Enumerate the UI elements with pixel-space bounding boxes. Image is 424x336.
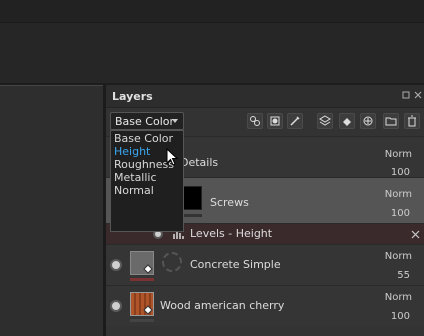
menu-item-roughness[interactable]: Roughness xyxy=(114,158,174,171)
layer-blend-mode[interactable]: Norm xyxy=(385,189,412,200)
menu-item-normal[interactable]: Normal xyxy=(114,184,154,197)
mask-icon[interactable] xyxy=(162,252,182,272)
divider xyxy=(130,278,154,281)
add-mask-icon[interactable] xyxy=(267,113,283,129)
add-layer-icon[interactable] xyxy=(317,113,333,129)
layer-opacity[interactable]: 100 xyxy=(391,311,410,322)
layer-name: Concrete Simple xyxy=(190,258,281,271)
layer-blend-mode[interactable]: Norm xyxy=(385,149,412,160)
divider xyxy=(130,319,154,322)
menu-item-height[interactable]: Height xyxy=(114,145,150,158)
smart-material-icon[interactable] xyxy=(360,113,376,129)
layer-thumbnail[interactable] xyxy=(130,292,154,316)
menu-item-base-color[interactable]: Base Color xyxy=(114,132,173,145)
visibility-toggle[interactable] xyxy=(110,300,122,312)
delete-icon[interactable] xyxy=(404,113,420,129)
channel-dropdown-value: Base Color xyxy=(115,115,175,128)
layer-opacity[interactable]: 55 xyxy=(397,270,410,281)
mouse-cursor-icon xyxy=(166,148,179,166)
divider xyxy=(0,85,103,86)
close-icon[interactable] xyxy=(414,91,422,99)
viewport-toolbar-area xyxy=(0,23,424,83)
layer-blend-mode[interactable]: Norm xyxy=(385,251,412,262)
filter-name: Levels - Height xyxy=(190,227,273,240)
chevron-down-icon xyxy=(172,119,178,123)
float-icon[interactable] xyxy=(402,91,410,99)
layer-opacity[interactable]: 100 xyxy=(391,208,410,219)
layer-row[interactable]: Concrete Simple Norm 55 xyxy=(106,244,424,285)
channel-dropdown[interactable]: Base Color xyxy=(110,112,184,130)
layer-name: Wood american cherry xyxy=(160,299,285,312)
add-fill-layer-icon[interactable] xyxy=(247,113,263,129)
channel-dropdown-menu: Base Color Height Roughness Metallic Nor… xyxy=(110,130,184,232)
menu-item-metallic[interactable]: Metallic xyxy=(114,171,157,184)
viewport-area[interactable] xyxy=(0,85,103,336)
layer-blend-mode[interactable]: Norm xyxy=(385,292,412,303)
layer-row[interactable]: Wood american cherry Norm 100 xyxy=(106,285,424,326)
panel-header: Layers xyxy=(106,85,424,108)
fill-icon[interactable] xyxy=(339,113,355,129)
visibility-toggle[interactable] xyxy=(110,259,122,271)
layer-name: Details xyxy=(180,156,219,169)
layer-name: Screws xyxy=(210,196,249,209)
folder-icon[interactable] xyxy=(383,113,399,129)
top-bar xyxy=(0,0,424,22)
remove-icon[interactable] xyxy=(411,229,420,242)
paint-icon[interactable] xyxy=(287,113,303,129)
panel-title: Layers xyxy=(112,90,153,103)
layer-thumbnail[interactable] xyxy=(130,251,154,275)
